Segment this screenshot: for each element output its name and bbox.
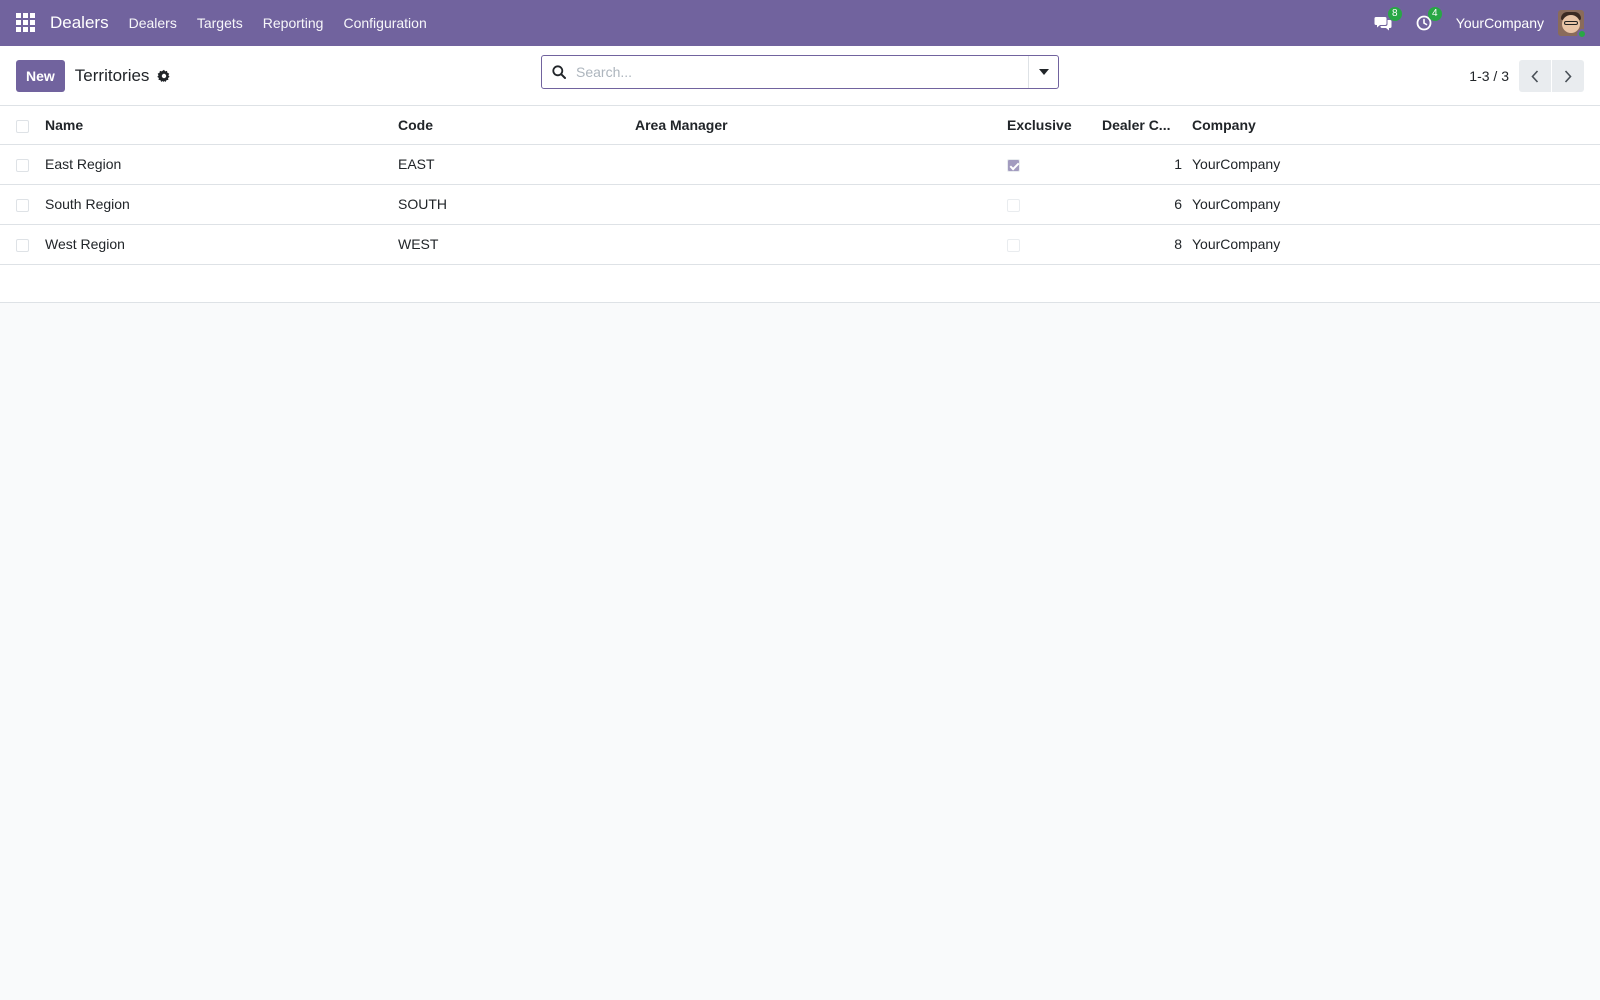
cell-company[interactable]: YourCompany [1192,184,1600,225]
territories-table: Name Code Area Manager Exclusive Dealer … [0,106,1600,303]
select-all-checkbox[interactable] [16,119,29,133]
app-grid-icon[interactable] [16,13,36,33]
search-bar [541,55,1059,89]
control-panel: New Territories 1-3 / 3 [0,46,1600,106]
pager-next-button[interactable] [1552,60,1584,92]
cell-name[interactable]: South Region [45,184,398,225]
messages-button[interactable]: 8 [1374,7,1402,31]
table-row[interactable]: West Region WEST 8 YourCompany [0,224,1600,265]
menu-reporting[interactable]: Reporting [263,15,324,31]
online-status-icon [1577,29,1587,39]
cell-dealer-count[interactable]: 6 [1102,184,1192,225]
row-select-checkbox[interactable] [16,238,29,252]
cell-exclusive [1007,184,1102,225]
cell-area-manager[interactable] [635,224,1007,265]
cell-code[interactable]: WEST [398,224,635,265]
pager-previous-button[interactable] [1519,60,1551,92]
cell-area-manager[interactable] [635,144,1007,185]
list-view: Name Code Area Manager Exclusive Dealer … [0,106,1600,303]
menu-configuration[interactable]: Configuration [343,15,426,31]
activities-button[interactable]: 4 [1416,7,1442,31]
cell-dealer-count[interactable]: 1 [1102,144,1192,185]
search-icon [542,65,576,79]
cell-name[interactable]: West Region [45,224,398,265]
activities-count-badge: 4 [1427,7,1442,21]
cell-name[interactable]: East Region [45,144,398,185]
table-row[interactable]: South Region SOUTH 6 YourCompany [0,184,1600,225]
search-input[interactable] [576,56,1028,88]
top-navbar: Dealers Dealers Targets Reporting Config… [0,0,1600,46]
row-select-checkbox[interactable] [16,198,29,212]
row-select-checkbox[interactable] [16,158,29,172]
column-header-name[interactable]: Name [45,106,398,145]
chevron-right-icon [1564,69,1572,83]
app-brand[interactable]: Dealers [50,13,109,33]
exclusive-checkbox [1007,158,1020,172]
messages-count-badge: 8 [1387,7,1402,21]
cell-exclusive [1007,144,1102,185]
table-header-row: Name Code Area Manager Exclusive Dealer … [0,106,1600,145]
cell-dealer-count[interactable]: 8 [1102,224,1192,265]
cell-exclusive [1007,224,1102,265]
column-header-code[interactable]: Code [398,106,635,145]
exclusive-checkbox [1007,238,1020,252]
table-row[interactable]: East Region EAST 1 YourCompany [0,144,1600,185]
column-header-exclusive[interactable]: Exclusive [1007,106,1102,145]
gear-icon[interactable] [157,69,171,83]
exclusive-checkbox [1007,198,1020,212]
menu-dealers[interactable]: Dealers [129,15,177,31]
search-options-toggle[interactable] [1028,56,1058,88]
page-title[interactable]: Territories [75,66,150,86]
company-switcher[interactable]: YourCompany [1456,15,1544,31]
table-empty-row [0,264,1600,303]
cell-code[interactable]: EAST [398,144,635,185]
new-button[interactable]: New [16,59,65,92]
column-header-company[interactable]: Company [1192,106,1600,145]
pager: 1-3 / 3 [1469,60,1584,92]
cell-area-manager[interactable] [635,184,1007,225]
user-avatar[interactable] [1558,10,1587,39]
caret-down-icon [1038,69,1049,75]
column-header-area-manager[interactable]: Area Manager [635,106,1007,145]
cell-code[interactable]: SOUTH [398,184,635,225]
chevron-left-icon [1531,69,1539,83]
pager-value[interactable]: 1-3 / 3 [1469,68,1509,84]
column-header-dealer-count[interactable]: Dealer C... [1102,106,1192,145]
cell-company[interactable]: YourCompany [1192,144,1600,185]
menu-targets[interactable]: Targets [197,15,243,31]
cell-company[interactable]: YourCompany [1192,224,1600,265]
select-all-cell [0,106,45,145]
